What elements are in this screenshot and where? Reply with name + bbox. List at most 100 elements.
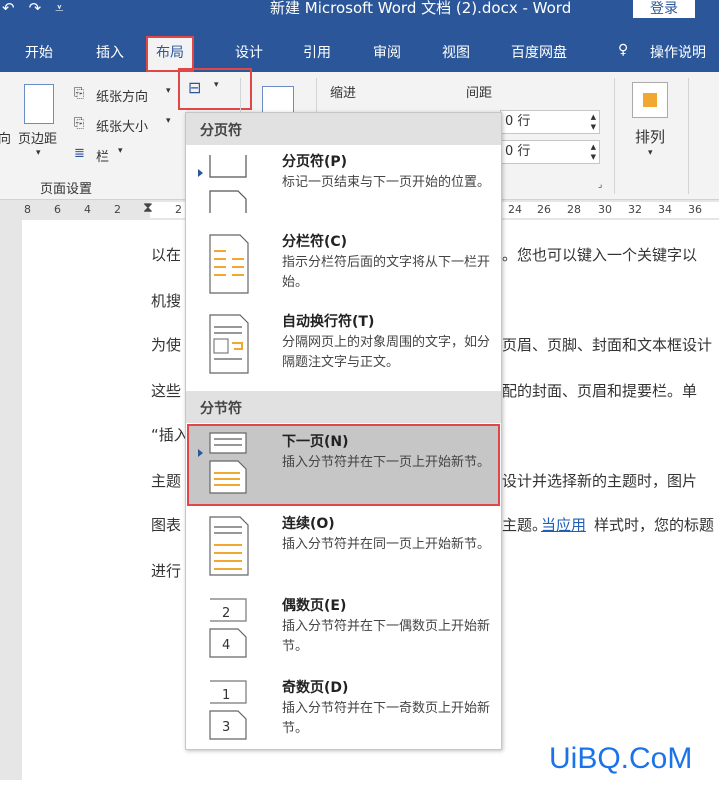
- arrange-icon-fill: [643, 93, 657, 107]
- next-page-section-title: 下一页(N): [282, 434, 349, 450]
- odd-page-section-item[interactable]: 13 奇数页(D) 插入分节符并在下一奇数页上开始新节。: [188, 671, 499, 751]
- separator: [688, 78, 689, 194]
- even-page-section-icon: 24: [209, 598, 247, 658]
- document-text: 配的封面、页眉和提要栏。单: [502, 382, 698, 400]
- next-page-section-description: 插入分节符并在下一页上开始新节。: [282, 455, 491, 470]
- document-text: 页眉、页脚、封面和文本框设计: [502, 336, 713, 354]
- ruler-number: 2: [175, 203, 182, 216]
- ruler-number: 8: [24, 203, 31, 216]
- document-title: 新建 Microsoft Word 文档 (2).docx - Word: [270, 0, 572, 17]
- page-break-icon: [209, 155, 247, 213]
- spacing-before-field[interactable]: 0 行 ▲ ▼: [500, 110, 600, 134]
- continuous-section-icon: [209, 516, 249, 576]
- ruler-number: 2: [114, 203, 121, 216]
- document-text: 。您也可以键入一个关键字以: [502, 246, 698, 264]
- breaks-dropdown-arrow: ▾: [214, 80, 219, 90]
- column-break-title: 分栏符(C): [282, 234, 348, 250]
- section-breaks-section-header: 分节符: [186, 391, 501, 423]
- svg-text:4: 4: [222, 638, 230, 653]
- tab-tell-me[interactable]: 操作说明: [650, 42, 706, 62]
- ruler-number: 34: [658, 203, 672, 216]
- margins-button[interactable]: 页边距: [18, 128, 57, 147]
- indent-marker-icon[interactable]: ⧗: [143, 200, 153, 216]
- ruler-number: 36: [688, 203, 702, 216]
- tab-home[interactable]: 开始: [25, 42, 53, 62]
- pointer-icon: [198, 169, 203, 177]
- page-break-item[interactable]: 分页符(P) 标记一页结束与下一页开始的位置。: [188, 145, 499, 225]
- continuous-section-description: 插入分节符并在同一页上开始新节。: [282, 537, 491, 552]
- tab-baidu-netdisk[interactable]: 百度网盘: [511, 42, 567, 62]
- login-button[interactable]: 登录: [633, 0, 695, 18]
- tab-references[interactable]: 引用: [303, 42, 331, 62]
- ruler-number: 6: [54, 203, 61, 216]
- svg-text:3: 3: [222, 720, 230, 735]
- pointer-icon: [198, 449, 203, 457]
- ribbon-tab-bar: 开始 插入 布局 设计 引用 审阅 视图 百度网盘 ♀ 操作说明: [0, 32, 719, 72]
- page-break-description: 标记一页结束与下一页开始的位置。: [282, 175, 491, 190]
- spin-arrows-icon[interactable]: ▲ ▼: [591, 142, 596, 162]
- arrange-dropdown-arrow[interactable]: ▾: [648, 148, 653, 158]
- continuous-section-item[interactable]: 连续(O) 插入分节符并在同一页上开始新节。: [188, 507, 499, 587]
- document-text: 以在: [151, 246, 182, 264]
- page-breaks-section-header: 分页符: [186, 113, 501, 145]
- margins-dropdown-arrow[interactable]: ▾: [36, 148, 41, 158]
- column-break-description: 指示分栏符后面的文字将从下一栏开始。: [282, 255, 491, 290]
- spacing-before-value: 0 行: [505, 114, 531, 129]
- ruler-number: 4: [84, 203, 91, 216]
- undo-icon[interactable]: ↶: [2, 0, 15, 18]
- document-text: 为使: [151, 336, 182, 354]
- size-button[interactable]: 纸张大小: [96, 116, 148, 135]
- document-text: 设计并选择新的主题时，图片: [502, 472, 698, 490]
- text-wrapping-break-item[interactable]: 自动换行符(T) 分隔网页上的对象周围的文字，如分隔题注文字与正文。: [188, 305, 499, 385]
- spacing-after-field[interactable]: 0 行 ▲ ▼: [500, 140, 600, 164]
- tab-view[interactable]: 视图: [442, 42, 470, 62]
- svg-text:1: 1: [222, 688, 230, 703]
- svg-text:2: 2: [222, 606, 230, 621]
- document-text: 主题: [151, 472, 182, 490]
- separator: [614, 78, 615, 194]
- tab-design[interactable]: 设计: [235, 42, 263, 62]
- orientation-icon: ⎘: [74, 86, 85, 101]
- orientation-partial-label: 向: [0, 132, 12, 147]
- paragraph-dialog-launcher-icon[interactable]: ⌟: [598, 180, 602, 190]
- tab-layout[interactable]: 布局: [146, 36, 194, 72]
- page-bottom-edge: [0, 780, 719, 785]
- odd-page-section-title: 奇数页(D): [282, 680, 349, 696]
- group-page-setup-label: 页面设置: [40, 182, 93, 197]
- spin-arrows-icon[interactable]: ▲ ▼: [591, 112, 596, 132]
- arrange-button[interactable]: 排列: [635, 126, 665, 147]
- even-page-section-title: 偶数页(E): [282, 598, 347, 614]
- margins-icon[interactable]: [24, 84, 54, 124]
- lightbulb-icon[interactable]: ♀: [618, 42, 628, 58]
- odd-page-section-icon: 13: [209, 680, 247, 740]
- breaks-dropdown-menu: 分页符 分页符(P) 标记一页结束与下一页开始的位置。 分栏符(C) 指示分栏符…: [185, 112, 502, 750]
- document-text: 图表: [151, 516, 182, 534]
- ruler-number: 24: [508, 203, 522, 216]
- page-break-title: 分页符(P): [282, 154, 348, 170]
- tab-insert[interactable]: 插入: [96, 42, 124, 62]
- even-page-section-description: 插入分节符并在下一偶数页上开始新节。: [282, 619, 491, 654]
- ruler-number: 32: [628, 203, 642, 216]
- even-page-section-item[interactable]: 24 偶数页(E) 插入分节符并在下一偶数页上开始新节。: [188, 589, 499, 669]
- size-dropdown-arrow[interactable]: ▾: [166, 116, 171, 126]
- customize-qat-icon[interactable]: ⩡: [55, 0, 63, 18]
- watermark: UiBQ.CoM: [549, 742, 693, 775]
- columns-button[interactable]: 栏: [96, 146, 109, 165]
- document-link[interactable]: 当应用: [541, 514, 586, 535]
- breaks-icon: ⊟: [188, 78, 202, 97]
- next-page-section-item[interactable]: 下一页(N) 插入分节符并在下一页上开始新节。: [187, 424, 500, 506]
- arrange-icon[interactable]: [632, 82, 668, 118]
- orientation-dropdown-arrow[interactable]: ▾: [166, 86, 171, 96]
- redo-icon[interactable]: ↷: [29, 0, 42, 18]
- document-text: 进行: [151, 562, 182, 580]
- tab-review[interactable]: 审阅: [373, 42, 401, 62]
- ruler-number: 26: [537, 203, 551, 216]
- column-break-icon: [209, 234, 249, 294]
- document-text: 这些: [151, 382, 182, 400]
- columns-dropdown-arrow[interactable]: ▾: [118, 146, 123, 156]
- odd-page-section-description: 插入分节符并在下一奇数页上开始新节。: [282, 701, 491, 736]
- column-break-item[interactable]: 分栏符(C) 指示分栏符后面的文字将从下一栏开始。: [188, 225, 499, 305]
- orientation-button[interactable]: 纸张方向: [96, 86, 148, 105]
- document-text: 样式时，您的标题: [594, 516, 715, 534]
- text-wrapping-break-title: 自动换行符(T): [282, 314, 375, 330]
